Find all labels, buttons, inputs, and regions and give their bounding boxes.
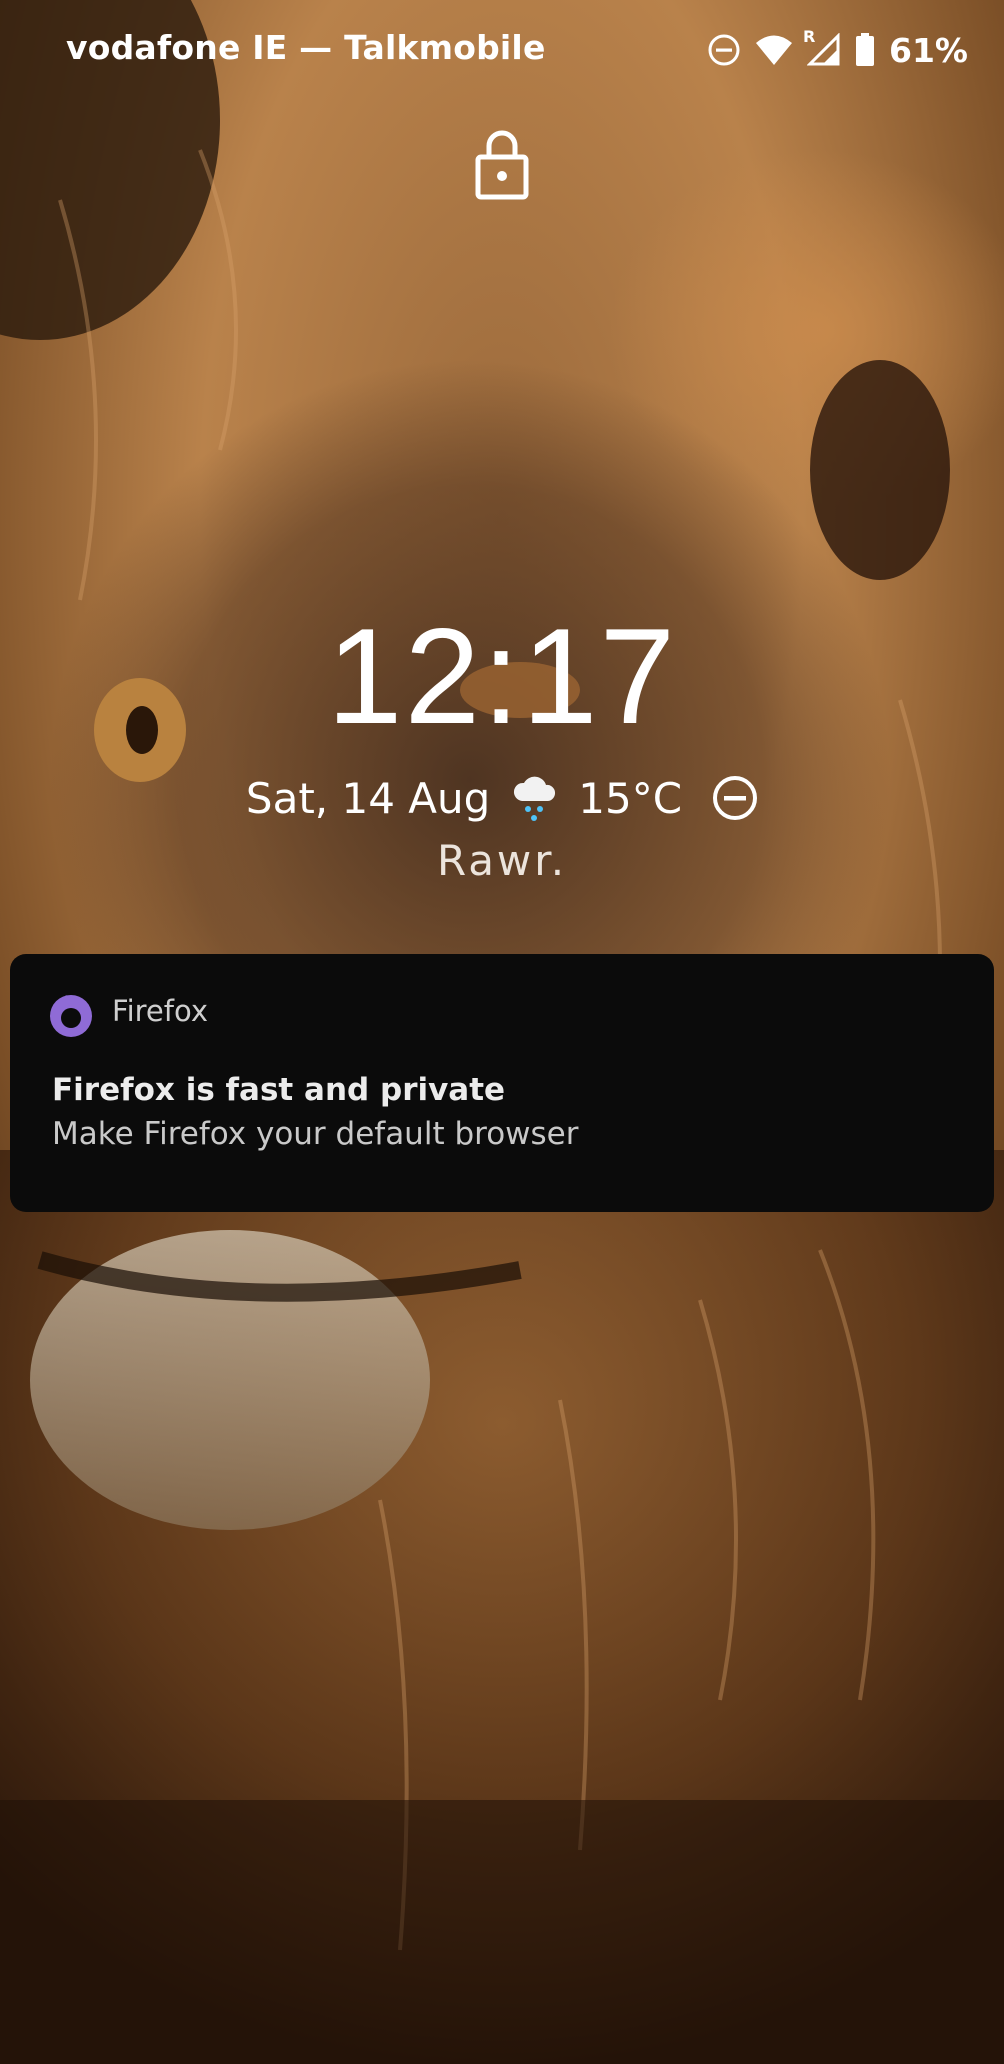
do-not-disturb-icon [712, 775, 758, 821]
date-label: Sat, 14 Aug [245, 773, 491, 823]
carrier-name: vodafone IE — Talkmobile [66, 28, 546, 67]
status-icons: R 61% [707, 26, 968, 74]
battery-percentage: 61% [889, 30, 968, 70]
date-weather-row[interactable]: Sat, 14 Aug 15°C [0, 770, 1004, 826]
lock-screen-clock: 12:17 [326, 600, 678, 752]
notification-text: Make Firefox your default browser [52, 1116, 579, 1152]
padlock-icon[interactable] [475, 128, 529, 200]
owner-info-message: Rawr. [436, 836, 568, 885]
firefox-logo-icon [48, 992, 94, 1038]
status-bar[interactable]: vodafone IE — Talkmobile R 61% [0, 0, 1004, 100]
wifi-icon [755, 34, 793, 66]
do-not-disturb-icon [707, 33, 741, 67]
firefox-notification[interactable]: Firefox Firefox is fast and private Make… [10, 954, 994, 1212]
notification-app-name: Firefox [112, 994, 208, 1028]
cell-signal-icon: R [803, 27, 841, 67]
roaming-indicator: R [803, 27, 816, 46]
temperature-label: 15°C [578, 773, 683, 823]
battery-icon [855, 33, 875, 67]
cloud-rain-icon [512, 773, 558, 823]
notification-title: Firefox is fast and private [52, 1072, 506, 1108]
